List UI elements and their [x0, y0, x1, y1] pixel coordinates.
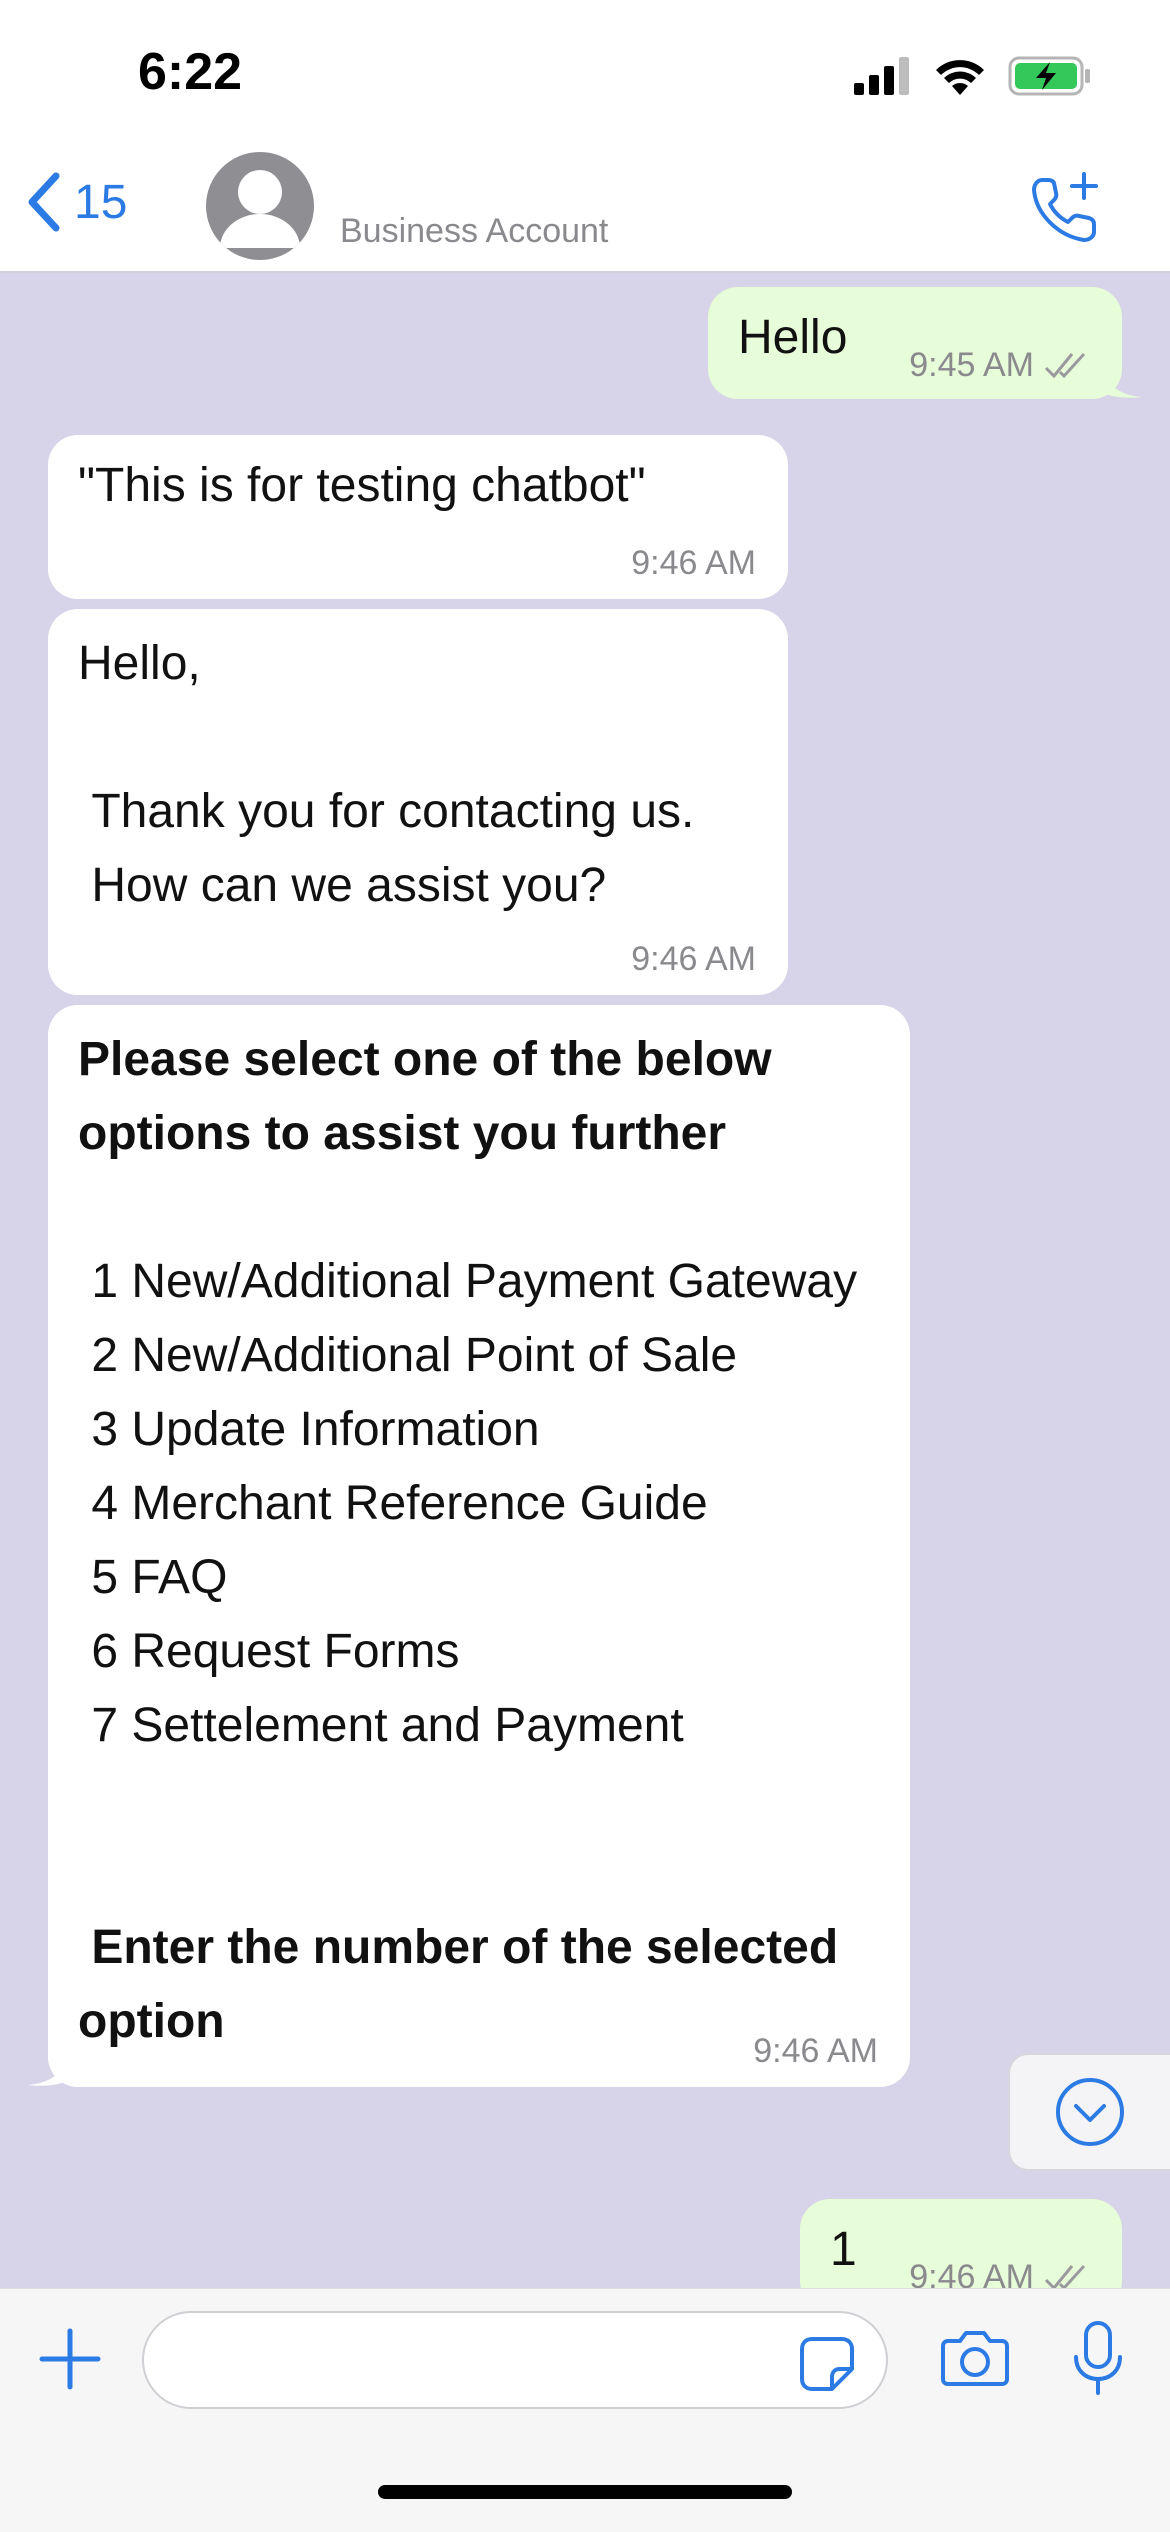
chat-header: 15 Business Account: [0, 150, 1170, 273]
message-meta: 9:46 AM: [631, 939, 756, 979]
unread-count: 15: [74, 175, 128, 229]
scroll-to-bottom-button[interactable]: [1008, 2053, 1170, 2171]
back-button[interactable]: 15: [24, 170, 127, 234]
message-bubble-outgoing[interactable]: Hello 9:45 AM: [708, 287, 1122, 399]
chat-screen: 6:22 15 Business Account Hello 9:45 AM "…: [0, 0, 1170, 2532]
message-meta: 9:45 AM: [909, 345, 1090, 385]
message-meta: 9:46 AM: [753, 2031, 878, 2071]
message-time: 9:46 AM: [753, 2032, 878, 2070]
wifi-icon: [936, 60, 984, 95]
camera-icon: [941, 2331, 1009, 2386]
option-item: 7 Settelement and Payment: [78, 1699, 684, 1752]
double-check-icon: [1044, 352, 1086, 379]
message-time: 9:46 AM: [909, 2258, 1034, 2288]
message-text: "This is for testing chatbot": [78, 459, 646, 512]
microphone-button[interactable]: [1070, 2321, 1126, 2402]
chevron-left-icon: [28, 172, 60, 232]
option-item: 1 New/Additional Payment Gateway: [78, 1255, 858, 1308]
sticker-icon: [800, 2337, 854, 2391]
message-bubble-incoming[interactable]: "This is for testing chatbot" 9:46 AM: [48, 435, 788, 599]
status-icons: [854, 56, 1092, 96]
camera-button[interactable]: [940, 2327, 1010, 2392]
attach-button[interactable]: [38, 2327, 102, 2396]
microphone-icon: [1074, 2321, 1122, 2395]
message-bubble-incoming[interactable]: Hello, Thank you for contacting us. How …: [48, 609, 788, 995]
bubble-tail: [1100, 363, 1142, 398]
sticker-button[interactable]: [798, 2335, 856, 2398]
options-heading: Please select one of the below options t…: [78, 1033, 772, 1160]
option-item: 5 FAQ: [78, 1551, 228, 1604]
double-check-icon: [1044, 2264, 1086, 2288]
status-time: 6:22: [138, 43, 243, 101]
contact-subtitle[interactable]: Business Account: [340, 212, 608, 251]
status-bar: 6:22: [0, 0, 1170, 150]
bubble-tail: [28, 2051, 70, 2086]
message-text: 1: [830, 2223, 857, 2276]
message-input[interactable]: [142, 2311, 888, 2409]
message-text: Hello, Thank you for contacting us. How …: [78, 637, 695, 912]
options-message-body: Please select one of the below options t…: [78, 1023, 878, 2059]
chevron-down-circle-icon: [1056, 2078, 1124, 2146]
message-text: Hello: [738, 311, 848, 364]
avatar[interactable]: [206, 152, 314, 260]
option-item: 2 New/Additional Point of Sale: [78, 1329, 738, 1382]
add-call-icon: [1032, 172, 1098, 242]
option-item: 3 Update Information: [78, 1403, 540, 1456]
composer-bar: [0, 2288, 1170, 2532]
message-time: 9:46 AM: [631, 544, 756, 582]
plus-icon: [39, 2328, 101, 2390]
battery-charging-icon: [1008, 56, 1090, 96]
option-item: 6 Request Forms: [78, 1625, 460, 1678]
message-meta: 9:46 AM: [909, 2257, 1090, 2288]
message-time: 9:46 AM: [631, 940, 756, 978]
message-bubble-options[interactable]: Please select one of the below options t…: [48, 1005, 910, 2087]
avatar-placeholder-icon: [220, 170, 300, 248]
message-list[interactable]: Hello 9:45 AM "This is for testing chatb…: [0, 273, 1170, 2288]
home-indicator[interactable]: [378, 2485, 792, 2499]
cellular-signal-icon: [854, 57, 909, 95]
option-item: 4 Merchant Reference Guide: [78, 1477, 708, 1530]
message-bubble-outgoing[interactable]: 1 9:46 AM: [800, 2199, 1122, 2288]
message-meta: 9:46 AM: [631, 543, 756, 583]
add-call-button[interactable]: [1028, 170, 1104, 251]
message-time: 9:45 AM: [909, 346, 1034, 384]
